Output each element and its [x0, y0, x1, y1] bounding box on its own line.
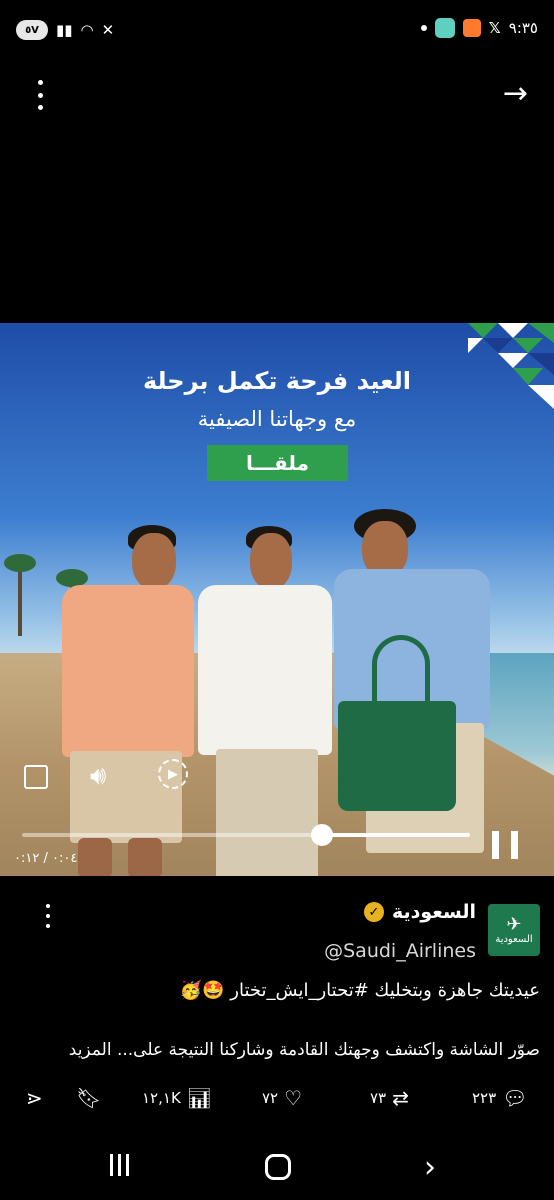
video-player[interactable]: العيد فرحة تكمل برحلة مع وجهاتنا الصيفية… — [0, 323, 554, 876]
saudia-logo-icon: ✈ — [506, 913, 522, 935]
x-icon: 𝕏 — [488, 19, 501, 37]
tweet-text-line2: صوّر الشاشة واكتشف وجهتك القادمة وشاركنا… — [10, 1040, 540, 1060]
home-icon[interactable] — [265, 1154, 291, 1180]
bookmark-button[interactable]: 🔖︎ — [76, 1086, 101, 1110]
share-icon: ⋖ — [26, 1086, 43, 1110]
tote-bag — [338, 701, 456, 811]
share-button[interactable]: ⋖ — [26, 1086, 43, 1110]
heart-icon: ♡ — [284, 1086, 303, 1110]
video-progress-fill — [322, 833, 470, 837]
palm-tree — [4, 554, 36, 636]
battery-icon: ٥V — [16, 20, 48, 40]
status-right: 𝕏 ٩:٣٥ — [420, 18, 538, 38]
saudia-pattern-icon — [468, 323, 554, 409]
video-progress-knob[interactable] — [311, 824, 334, 846]
views-button[interactable]: 📊︎ ١٢,١K — [142, 1086, 212, 1110]
video-headline: العيد فرحة تكمل برحلة — [142, 367, 412, 395]
reply-button[interactable]: 💬︎ ٢٢٣ — [472, 1086, 528, 1110]
like-button[interactable]: ♡ ٧٢ — [262, 1086, 302, 1110]
bookmark-icon: 🔖︎ — [76, 1086, 102, 1110]
arrow-right-icon[interactable]: → — [503, 76, 528, 111]
tweet-more-icon[interactable] — [44, 904, 52, 928]
verified-badge-icon: ✓ — [363, 902, 384, 922]
tweet-text-line1: عيديتك جاهزة وبتخليك #تحتار_ايش_تختار 🤩🥳 — [179, 980, 540, 1001]
tweet-text-line2-body: صوّر الشاشة واكتشف وجهتك القادمة وشاركنا… — [111, 1040, 540, 1060]
replies-count: ٢٢٣ — [472, 1089, 497, 1107]
video-time: ٠:٠٤ / ٠:١٢ — [14, 851, 78, 866]
views-icon: 📊︎ — [186, 1086, 213, 1110]
back-icon[interactable]: › — [424, 1150, 436, 1185]
mute-icon: ✕ — [101, 21, 115, 39]
fullscreen-icon[interactable] — [24, 765, 48, 789]
replay-icon[interactable]: ▶ — [158, 759, 188, 789]
show-more-link[interactable]: المزيد — [69, 1040, 112, 1060]
user-handle[interactable]: @Saudi_Airlines — [324, 940, 476, 962]
signal-icon: ▮▮ — [56, 21, 73, 39]
recents-icon[interactable] — [110, 1154, 129, 1176]
views-count: ١٢,١K — [142, 1089, 181, 1107]
reply-icon: 💬︎ — [502, 1086, 528, 1110]
app-badge-icon — [434, 18, 455, 38]
volume-icon[interactable]: 🔊︎ — [90, 761, 106, 792]
destination-banner: ملقـــا — [207, 445, 348, 481]
more-vertical-icon[interactable] — [28, 80, 52, 110]
status-left: ٥V ▮▮ ◠ ✕ — [16, 20, 114, 40]
avatar-text: السعودية — [495, 933, 533, 945]
action-bar: ⋖ 🔖︎ 📊︎ ١٢,١K ♡ ٧٢ ⇄ ٧٣ 💬︎ ٢٢٣ — [0, 1082, 554, 1118]
top-bar: → — [0, 62, 554, 132]
clock: ٩:٣٥ — [508, 19, 538, 37]
pause-icon[interactable] — [492, 831, 518, 859]
display-name[interactable]: السعودية ✓ — [363, 901, 476, 923]
video-progress-bar[interactable] — [22, 824, 470, 846]
video-subheadline: مع وجهاتنا الصيفية — [197, 407, 357, 431]
likes-count: ٧٢ — [262, 1089, 279, 1107]
wifi-icon: ◠ — [80, 21, 94, 39]
status-bar: ٥V ▮▮ ◠ ✕ 𝕏 ٩:٣٥ — [0, 0, 554, 62]
retweets-count: ٧٣ — [370, 1089, 387, 1107]
retweet-button[interactable]: ⇄ ٧٣ — [370, 1086, 409, 1110]
avatar[interactable]: ✈ السعودية — [488, 904, 540, 956]
display-name-text: السعودية — [391, 901, 476, 923]
notification-dot-icon — [420, 25, 427, 31]
app-badge-orange-icon — [462, 19, 481, 37]
retweet-icon: ⇄ — [392, 1086, 409, 1110]
